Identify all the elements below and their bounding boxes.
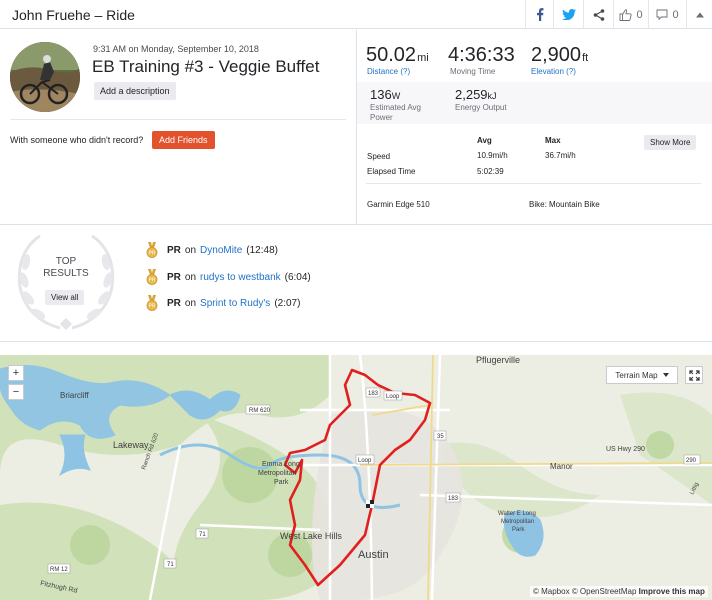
distance-label[interactable]: Distance (?) (367, 67, 410, 76)
svg-text:PR: PR (149, 304, 156, 310)
medal-icon: PR (146, 269, 158, 285)
map-label-walter-1: Walter E Long (498, 511, 536, 517)
mapbox-attribution-link[interactable]: © Mapbox (533, 587, 570, 596)
power-label-2: Power (370, 113, 393, 122)
power-value: 136W (370, 87, 401, 102)
distance-value: 50.02mi (366, 44, 429, 66)
moving-time-label: Moving Time (450, 67, 496, 76)
pr-item: PR PR on DynoMite (12:48) (145, 241, 278, 259)
elevation-label[interactable]: Elevation (?) (531, 67, 576, 76)
elapsed-label: Elapsed Time (367, 167, 416, 176)
avatar-photo (10, 42, 80, 112)
map-type-value: Terrain Map (615, 370, 658, 380)
medal-icon: PR (146, 242, 158, 258)
road-label-183b: 183 (448, 496, 459, 502)
vertical-divider (356, 30, 357, 224)
facebook-icon (536, 8, 543, 21)
elevation-value: 2,900ft (531, 44, 589, 66)
map-label-west-lake-hills: West Lake Hills (280, 531, 342, 541)
expand-icon (688, 369, 700, 381)
twitter-icon (561, 9, 576, 20)
kudos-button[interactable]: 0 (613, 0, 648, 29)
comment-icon (656, 9, 668, 20)
share-icon (593, 8, 604, 21)
map-label-pflugerville: Pflugerville (476, 355, 520, 365)
page-title: John Fruehe – Ride (12, 7, 135, 23)
moving-time-value: 4:36:33 (448, 44, 515, 66)
pr-item: PR PR on Sprint to Rudy's (2:07) (145, 294, 300, 312)
facebook-share-button[interactable] (525, 0, 553, 29)
road-label-rm620: RM 620 (249, 408, 271, 414)
map-type-select[interactable]: Terrain Map (606, 366, 678, 384)
bike-name: Bike: Mountain Bike (529, 200, 600, 209)
map-label-lakeway: Lakeway (113, 440, 149, 450)
map-label-emma-long: Emma Long (262, 461, 300, 468)
improve-map-link[interactable]: Improve this map (639, 587, 705, 596)
road-label-35: 35 (437, 434, 444, 440)
kudos-count: 0 (636, 8, 643, 21)
road-label-71a: 71 (199, 532, 206, 538)
comment-count: 0 (672, 8, 679, 21)
road-label-rm12: RM 12 (50, 567, 68, 573)
map-label-manor: Manor (550, 462, 573, 471)
map-label-emma-long-3: Park (274, 479, 289, 486)
elapsed-value: 5:02:39 (477, 167, 504, 176)
activity-date: 9:31 AM on Monday, September 10, 2018 (93, 44, 259, 54)
twitter-share-button[interactable] (553, 0, 583, 29)
svg-text:PR: PR (149, 251, 156, 257)
divider (10, 119, 346, 120)
map-label-walter-2: Metropolitan (501, 519, 534, 525)
map-label-emma-long-2: Metropolitan (258, 470, 297, 477)
zoom-out-button[interactable]: − (8, 384, 24, 400)
collapse-button[interactable] (686, 0, 712, 29)
fullscreen-button[interactable] (685, 366, 703, 384)
power-label-1: Estimated Avg (370, 103, 421, 112)
speed-max: 36.7mi/h (545, 151, 576, 160)
section-divider (0, 224, 712, 225)
divider (366, 183, 701, 184)
map-label-briarcliff: Briarcliff (60, 391, 90, 400)
caret-up-icon (695, 12, 704, 17)
comment-button[interactable]: 0 (648, 0, 686, 29)
svg-text:PR: PR (149, 278, 156, 284)
laurel-wreath-icon (17, 234, 115, 330)
road-label-290: 290 (686, 458, 697, 464)
road-label-183: 183 (368, 391, 379, 397)
speed-label: Speed (367, 152, 391, 161)
map-label-austin: Austin (358, 549, 389, 561)
section-divider (0, 341, 712, 342)
map-canvas[interactable]: Pflugerville Briarcliff Lakeway Emma Lon… (0, 355, 712, 600)
segment-link[interactable]: DynoMite (200, 245, 242, 256)
top-results-title: TOP RESULTS (43, 256, 89, 279)
map-label-walter-3: Park (512, 527, 525, 533)
add-description-button[interactable]: Add a description (94, 82, 176, 100)
route-map[interactable]: Pflugerville Briarcliff Lakeway Emma Lon… (0, 355, 712, 600)
avatar[interactable] (10, 42, 80, 112)
energy-label: Energy Output (455, 103, 507, 112)
road-label-loop1: Loop (386, 394, 400, 400)
thumbs-up-icon (619, 8, 633, 21)
column-header-max: Max (545, 136, 561, 145)
road-label-loop2: Loop (358, 458, 372, 464)
activity-name: EB Training #3 - Veggie Buffet (92, 57, 320, 76)
with-someone-text: With someone who didn't record? (10, 135, 144, 145)
column-header-avg: Avg (477, 136, 492, 145)
add-friends-button[interactable]: Add Friends (152, 131, 215, 149)
zoom-in-button[interactable]: + (8, 365, 24, 381)
segment-link[interactable]: rudys to westbank (200, 272, 281, 283)
map-label-us290: US Hwy 290 (606, 446, 645, 453)
map-attribution: © Mapbox © OpenStreetMap Improve this ma… (530, 586, 708, 597)
show-more-button[interactable]: Show More (644, 135, 697, 150)
view-all-button[interactable]: View all (45, 290, 85, 305)
pr-item: PR PR on rudys to westbank (6:04) (145, 268, 311, 286)
device-name: Garmin Edge 510 (367, 200, 430, 209)
road-label-71b: 71 (167, 562, 174, 568)
segment-link[interactable]: Sprint to Rudy's (200, 298, 270, 309)
speed-avg: 10.9mi/h (477, 151, 508, 160)
share-button[interactable] (583, 0, 613, 29)
energy-value: 2,259kJ (455, 87, 497, 102)
medal-icon: PR (146, 295, 158, 311)
osm-attribution-link[interactable]: © OpenStreetMap (572, 587, 637, 596)
chevron-down-icon (662, 373, 669, 377)
